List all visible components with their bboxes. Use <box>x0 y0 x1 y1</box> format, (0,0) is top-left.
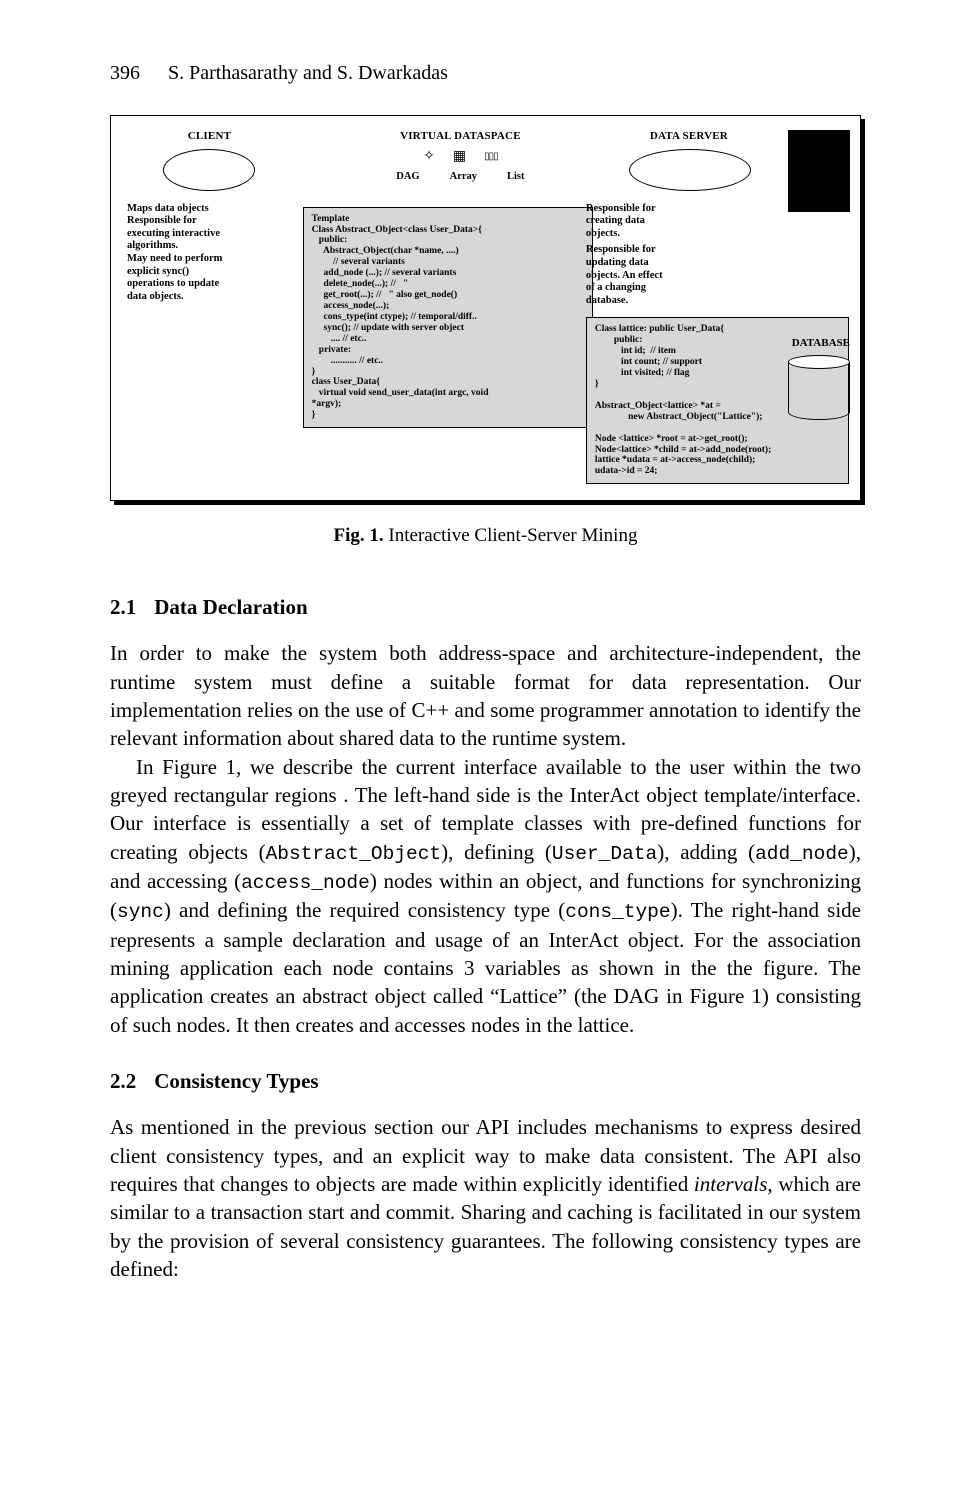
section-2-1-number: 2.1 <box>110 595 136 619</box>
p2-part-c: ), adding ( <box>657 840 755 864</box>
server-description-a: Responsible for creating data objects. <box>586 203 754 241</box>
paragraph-3: As mentioned in the previous section our… <box>110 1113 861 1283</box>
code-cons-type: cons_type <box>565 901 670 923</box>
page-number: 396 <box>110 60 140 87</box>
figure-1: CLIENT VIRTUAL DATASPACE ✧ ▦ ▯▯▯ DAG Arr… <box>110 115 861 501</box>
client-cloud-icon <box>163 149 255 191</box>
paragraph-2: In Figure 1, we describe the current int… <box>110 753 861 1039</box>
dag-icon: ✧ <box>423 149 435 165</box>
label-dag: DAG <box>396 171 419 183</box>
section-2-1-heading: 2.1 Data Declaration <box>110 593 861 621</box>
black-box-icon <box>788 130 850 212</box>
label-list: List <box>507 171 525 183</box>
section-2-2-number: 2.2 <box>110 1069 136 1093</box>
dataspace-icons: ✧ ▦ ▯▯▯ <box>324 149 596 165</box>
client-title: CLIENT <box>127 130 292 143</box>
figure-caption: Fig. 1. Interactive Client-Server Mining <box>110 523 861 549</box>
array-icon: ▦ <box>453 149 466 165</box>
server-description-b: Responsible for updating data objects. A… <box>586 244 754 307</box>
code-abstract-object: Abstract_Object <box>266 843 442 865</box>
p3-intervals: intervals <box>694 1172 768 1196</box>
section-2-2-title: Consistency Types <box>154 1069 318 1093</box>
code-user-data: User_Data <box>552 843 657 865</box>
p2-part-f: ) and defining the required consistency … <box>164 898 565 922</box>
database-icon <box>788 355 850 420</box>
server-cloud-icon <box>629 149 751 191</box>
template-code: Template Class Abstract_Object<class Use… <box>303 207 593 429</box>
paragraph-1: In order to make the system both address… <box>110 639 861 752</box>
page: 396 S. Parthasarathy and S. Dwarkadas CL… <box>0 0 971 1500</box>
header-authors: S. Parthasarathy and S. Dwarkadas <box>168 60 448 87</box>
client-description: Maps data objects Responsible for execut… <box>127 203 292 304</box>
label-array: Array <box>450 171 477 183</box>
section-2-1-title: Data Declaration <box>154 595 307 619</box>
data-server-title: DATA SERVER <box>629 130 749 143</box>
database-label: DATABASE <box>792 337 850 350</box>
virtual-dataspace-title: VIRTUAL DATASPACE <box>324 130 596 143</box>
code-sync: sync <box>117 901 164 923</box>
page-header: 396 S. Parthasarathy and S. Dwarkadas <box>110 60 861 87</box>
code-add-node: add_node <box>755 843 849 865</box>
code-access-node: access_node <box>241 872 370 894</box>
section-2-2-heading: 2.2 Consistency Types <box>110 1067 861 1095</box>
p2-part-b: ), defining ( <box>441 840 552 864</box>
figure-caption-text: Interactive Client-Server Mining <box>384 525 638 546</box>
list-icon: ▯▯▯ <box>484 151 498 163</box>
figure-caption-bold: Fig. 1. <box>334 525 384 546</box>
